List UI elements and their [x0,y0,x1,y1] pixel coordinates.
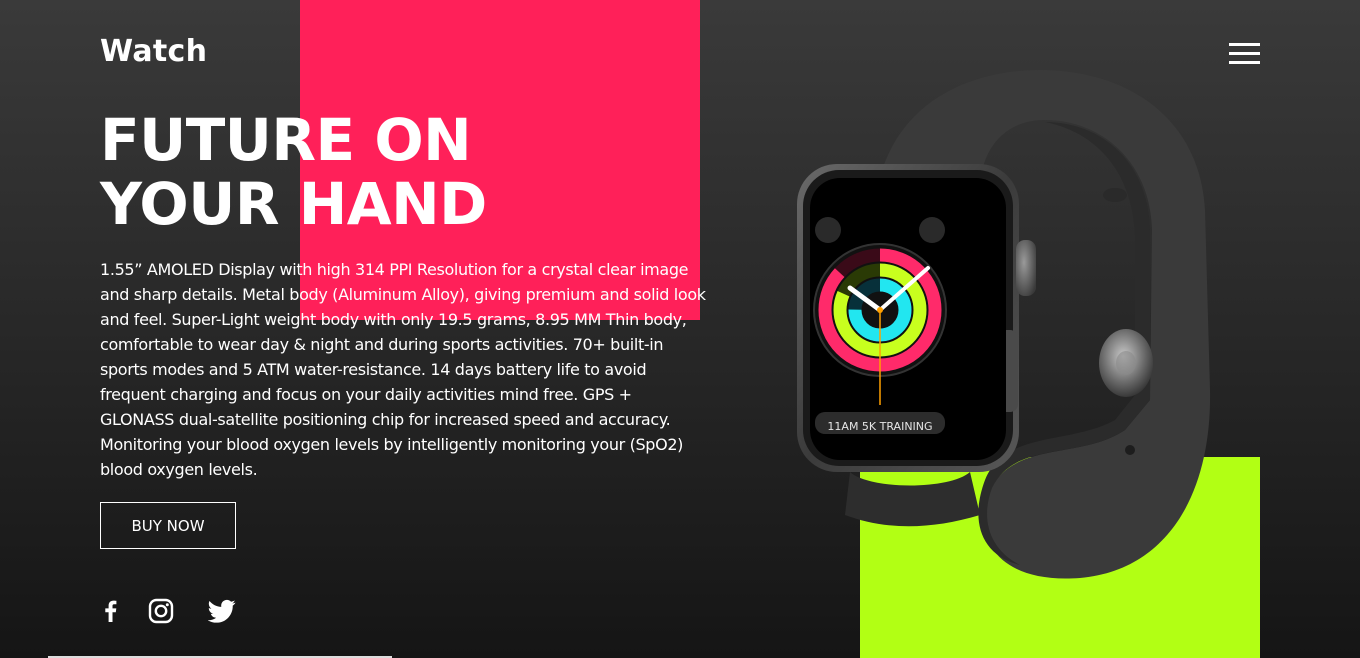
logo[interactable]: Watch [100,34,207,69]
hero-description: 1.55” AMOLED Display with high 314 PPI R… [100,260,706,479]
menu-bar-bottom [1229,61,1260,64]
watch-face-text: 11AM 5K TRAINING [827,420,932,433]
twitter-icon[interactable] [208,597,236,625]
instagram-icon[interactable] [147,597,175,625]
headline-line-2: YOUR HAND [100,170,487,238]
menu-bar-middle [1229,52,1260,55]
facebook-icon[interactable] [97,597,125,625]
hamburger-menu-icon[interactable] [1229,43,1261,67]
smartwatch-product-image: 11AM 5K TRAINING [780,60,1220,600]
menu-bar-top [1229,43,1260,46]
headline-line-1: FUTURE ON [100,106,472,174]
hero-headline: FUTURE ON YOUR HAND [100,108,487,236]
buy-now-button[interactable]: BUY NOW [100,502,236,549]
